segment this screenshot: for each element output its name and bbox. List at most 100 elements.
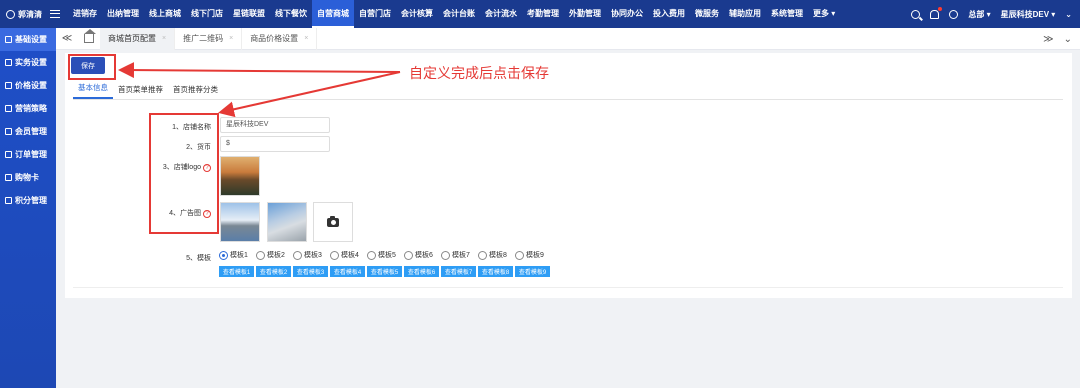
menu-item[interactable]: 外勤管理 [564, 0, 606, 28]
template-label: 5、模板 [186, 255, 211, 262]
menu-item[interactable]: 系统管理 [766, 0, 808, 28]
menu-toggle-icon[interactable] [50, 10, 60, 18]
close-icon[interactable]: × [162, 35, 166, 42]
template-option[interactable]: 模板2 [256, 250, 287, 260]
logo-image[interactable] [220, 156, 260, 196]
template-option[interactable]: 模板9 [515, 250, 546, 260]
radio-icon[interactable] [256, 250, 265, 260]
template-option[interactable]: 模板8 [478, 250, 509, 260]
tab-label: 商城首页配置 [108, 34, 156, 43]
upload-ad-button[interactable] [313, 202, 353, 242]
radio-icon[interactable] [441, 250, 450, 260]
menu-item[interactable]: 自营商城 [312, 0, 354, 28]
menu-item[interactable]: 辅助应用 [724, 0, 766, 28]
notification-dot [938, 6, 943, 11]
close-icon[interactable]: × [229, 35, 233, 42]
store-name-label: 1、店铺名称 [172, 124, 211, 131]
sub-tab[interactable]: 首页菜单推荐 [113, 84, 168, 99]
menu-item[interactable]: 线上商城 [144, 0, 186, 28]
menu-item[interactable]: 会计流水 [480, 0, 522, 28]
view-template-button[interactable]: 查看模板5 [367, 266, 402, 277]
template-option[interactable]: 模板3 [293, 250, 324, 260]
radio-icon[interactable] [330, 250, 339, 260]
template-option[interactable]: 模板4 [330, 250, 361, 260]
sidebar-item-label: 会员管理 [15, 127, 47, 136]
menu-item[interactable]: 线下门店 [186, 0, 228, 28]
more-chevron-icon[interactable]: ⌄ [1065, 10, 1072, 19]
page-tab[interactable]: 商城首页配置 × [100, 27, 176, 50]
edit-icon [5, 105, 12, 112]
sidebar-item[interactable]: 价格设置 [0, 74, 56, 97]
template-option[interactable]: 模板6 [404, 250, 435, 260]
expand-icon[interactable]: ≫ [1043, 34, 1053, 45]
menu-item[interactable]: 投入费用 [648, 0, 690, 28]
menu-item[interactable]: 线下餐饮 [270, 0, 312, 28]
radio-icon[interactable] [515, 250, 524, 260]
close-icon[interactable]: × [304, 35, 308, 42]
menu-item[interactable]: 自营门店 [354, 0, 396, 28]
org-selector[interactable]: 总部 ▾ [968, 9, 990, 20]
store-name-input[interactable]: 星辰科技DEV [220, 117, 330, 133]
menu-item[interactable]: 更多 ▾ [808, 0, 840, 28]
template-label: 模板6 [415, 252, 433, 259]
template-label: 模板8 [489, 252, 507, 259]
sidebar-item[interactable]: 订单管理 [0, 143, 56, 166]
view-template-button[interactable]: 查看模板8 [478, 266, 513, 277]
menu-item[interactable]: 会计核算 [396, 0, 438, 28]
ad-image-1[interactable] [220, 202, 260, 242]
radio-icon[interactable] [404, 250, 413, 260]
view-template-button[interactable]: 查看模板3 [293, 266, 328, 277]
sidebar-item[interactable]: 积分管理 [0, 189, 56, 212]
page-tab[interactable]: 推广二维码 × [175, 27, 243, 50]
view-template-button[interactable]: 查看模板1 [219, 266, 254, 277]
view-template-button[interactable]: 查看模板9 [515, 266, 550, 277]
help-icon[interactable]: ? [203, 164, 211, 172]
sidebar-item-label: 营销策略 [15, 104, 47, 113]
template-option[interactable]: 模板1 [219, 250, 250, 260]
company-selector[interactable]: 星辰科技DEV ▾ [1001, 9, 1056, 20]
sidebar-item[interactable]: 基础设置 [0, 28, 56, 51]
view-template-button[interactable]: 查看模板6 [404, 266, 439, 277]
view-template-button[interactable]: 查看模板4 [330, 266, 365, 277]
radio-icon[interactable] [478, 250, 487, 260]
chevron-down-icon[interactable]: ⌄ [1064, 34, 1072, 45]
menu-item[interactable]: 星链联盟 [228, 0, 270, 28]
edit-icon [5, 82, 12, 89]
bell-icon[interactable] [930, 6, 943, 19]
menu-item[interactable]: 会计台账 [438, 0, 480, 28]
chat-icon[interactable] [949, 9, 959, 19]
radio-icon[interactable] [293, 250, 302, 260]
user-name: 郭清清 [18, 9, 42, 19]
sub-tab[interactable]: 首页推荐分类 [168, 84, 223, 99]
page-tab[interactable]: 商品价格设置 × [242, 27, 318, 50]
menu-item[interactable]: 协同办公 [606, 0, 648, 28]
save-button[interactable]: 保存 [71, 57, 105, 74]
view-template-button[interactable]: 查看模板7 [441, 266, 476, 277]
user-menu[interactable]: 郭清清 [6, 9, 42, 20]
collapse-icon[interactable]: ≪ [56, 28, 78, 50]
edit-icon [5, 36, 12, 43]
menu-item[interactable]: 考勤管理 [522, 0, 564, 28]
ad-image-2[interactable] [267, 202, 307, 242]
sidebar-item[interactable]: 营销策略 [0, 97, 56, 120]
edit-icon [5, 128, 12, 135]
home-tab[interactable] [78, 28, 100, 50]
menu-item[interactable]: 微服务 [690, 0, 724, 28]
view-template-button[interactable]: 查看模板2 [256, 266, 291, 277]
page-tabs: 商城首页配置 × 推广二维码 × 商品价格设置 × [100, 27, 318, 50]
search-icon[interactable] [911, 9, 921, 19]
template-option[interactable]: 模板7 [441, 250, 472, 260]
radio-icon[interactable] [219, 250, 228, 260]
user-icon [6, 9, 15, 19]
currency-input[interactable]: $ [220, 136, 330, 152]
help-icon[interactable]: ? [203, 210, 211, 218]
menu-item[interactable]: 进销存 [68, 0, 102, 28]
template-option[interactable]: 模板5 [367, 250, 398, 260]
sidebar-item[interactable]: 购物卡 [0, 166, 56, 189]
menu-item[interactable]: 出纳管理 [102, 0, 144, 28]
radio-icon[interactable] [367, 250, 376, 260]
sidebar-item[interactable]: 会员管理 [0, 120, 56, 143]
tab-controls: ≫ ⌄ [1043, 28, 1072, 50]
sub-tab[interactable]: 基本信息 [73, 82, 113, 99]
sidebar-item[interactable]: 实务设置 [0, 51, 56, 74]
